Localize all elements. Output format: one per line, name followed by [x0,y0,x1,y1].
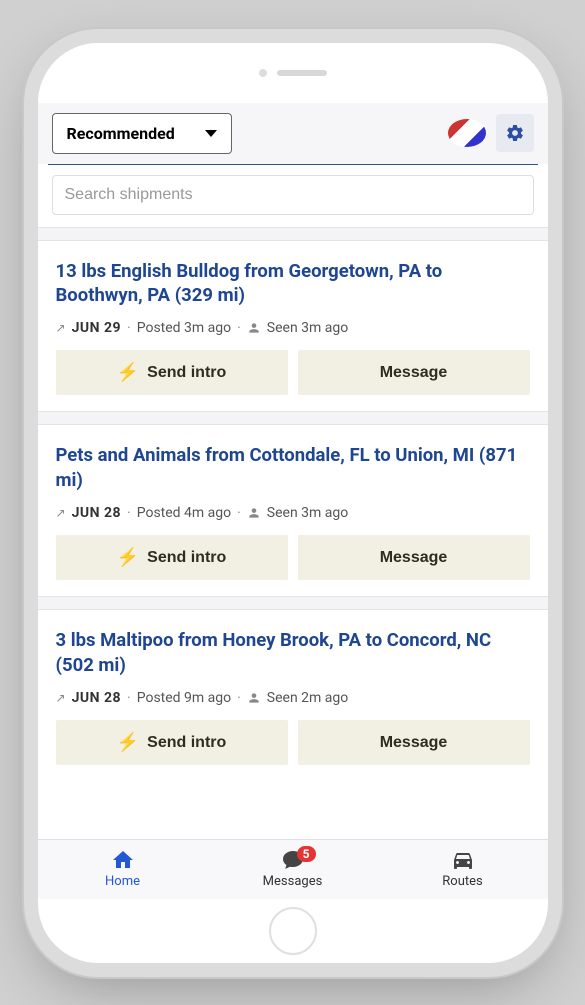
listing-title[interactable]: 3 lbs Maltipoo from Honey Brook, PA to C… [56,628,530,678]
phone-home-button[interactable] [269,907,317,955]
topbar: Recommended [38,103,548,164]
arrow-out-icon: ↗ [56,506,66,520]
nav-home-label: Home [105,874,140,889]
section-separator [38,411,548,425]
person-icon [247,506,261,520]
message-label: Message [380,734,448,752]
send-intro-label: Send intro [147,549,226,567]
message-button[interactable]: Message [298,720,530,765]
phone-home-area [38,899,548,963]
send-intro-label: Send intro [147,734,226,752]
listings-scroll[interactable]: 13 lbs English Bulldog from Georgetown, … [38,227,548,839]
listing-date: JUN 29 [72,320,121,336]
listing-actions: ⚡ Send intro Message [56,535,530,580]
sort-dropdown[interactable]: Recommended [52,113,232,154]
arrow-out-icon: ↗ [56,321,66,335]
listing-meta: ↗ JUN 28 · Posted 9m ago · Seen 2m ago [56,690,530,706]
search-wrap [38,165,548,227]
listing-card: 13 lbs English Bulldog from Georgetown, … [38,241,548,412]
listing-date: JUN 28 [72,690,121,706]
listing-card: Pets and Animals from Cottondale, FL to … [38,425,548,596]
listing-meta: ↗ JUN 29 · Posted 3m ago · Seen 3m ago [56,320,530,336]
settings-button[interactable] [496,114,534,152]
listing-actions: ⚡ Send intro Message [56,350,530,395]
gear-icon [505,123,525,143]
listing-posted: Posted 9m ago [137,690,231,706]
meta-dot: · [127,320,131,336]
person-icon [247,321,261,335]
section-separator [38,227,548,241]
send-intro-button[interactable]: ⚡ Send intro [56,720,288,765]
listing-seen: Seen 3m ago [267,505,348,521]
meta-dot: · [237,690,241,706]
listing-date: JUN 28 [72,505,121,521]
listing-meta: ↗ JUN 28 · Posted 4m ago · Seen 3m ago [56,505,530,521]
bottom-nav: Home 5 Messages Routes [38,839,548,899]
messages-badge: 5 [297,846,316,862]
person-icon [247,691,261,705]
chevron-down-icon [205,130,217,137]
listing-seen: Seen 3m ago [267,320,348,336]
nav-messages-label: Messages [263,874,323,889]
bolt-icon: ⚡ [117,732,139,753]
listing-card: 3 lbs Maltipoo from Honey Brook, PA to C… [38,610,548,781]
message-button[interactable]: Message [298,535,530,580]
car-icon [451,848,475,872]
listing-posted: Posted 4m ago [137,505,231,521]
listing-title[interactable]: 13 lbs English Bulldog from Georgetown, … [56,259,530,309]
listing-posted: Posted 3m ago [137,320,231,336]
sort-dropdown-label: Recommended [67,124,175,143]
search-input[interactable] [52,175,534,215]
bolt-icon: ⚡ [117,362,139,383]
nav-routes-label: Routes [442,874,482,889]
arrow-out-icon: ↗ [56,691,66,705]
listing-seen: Seen 2m ago [267,690,348,706]
home-icon [111,848,135,872]
nav-messages[interactable]: 5 Messages [248,848,338,889]
bolt-icon: ⚡ [117,547,139,568]
section-separator [38,596,548,610]
nav-routes[interactable]: Routes [418,848,508,889]
send-intro-button[interactable]: ⚡ Send intro [56,535,288,580]
listing-actions: ⚡ Send intro Message [56,720,530,765]
nav-home[interactable]: Home [78,848,168,889]
meta-dot: · [237,505,241,521]
send-intro-label: Send intro [147,364,226,382]
listing-title[interactable]: Pets and Animals from Cottondale, FL to … [56,443,530,493]
meta-dot: · [127,505,131,521]
message-label: Message [380,364,448,382]
flag-icon[interactable] [448,119,486,147]
message-label: Message [380,549,448,567]
screen: Recommended 13 lbs English Bulldog from … [38,103,548,899]
message-button[interactable]: Message [298,350,530,395]
phone-frame: Recommended 13 lbs English Bulldog from … [38,43,548,963]
send-intro-button[interactable]: ⚡ Send intro [56,350,288,395]
meta-dot: · [127,690,131,706]
meta-dot: · [237,320,241,336]
phone-earpiece [38,43,548,103]
